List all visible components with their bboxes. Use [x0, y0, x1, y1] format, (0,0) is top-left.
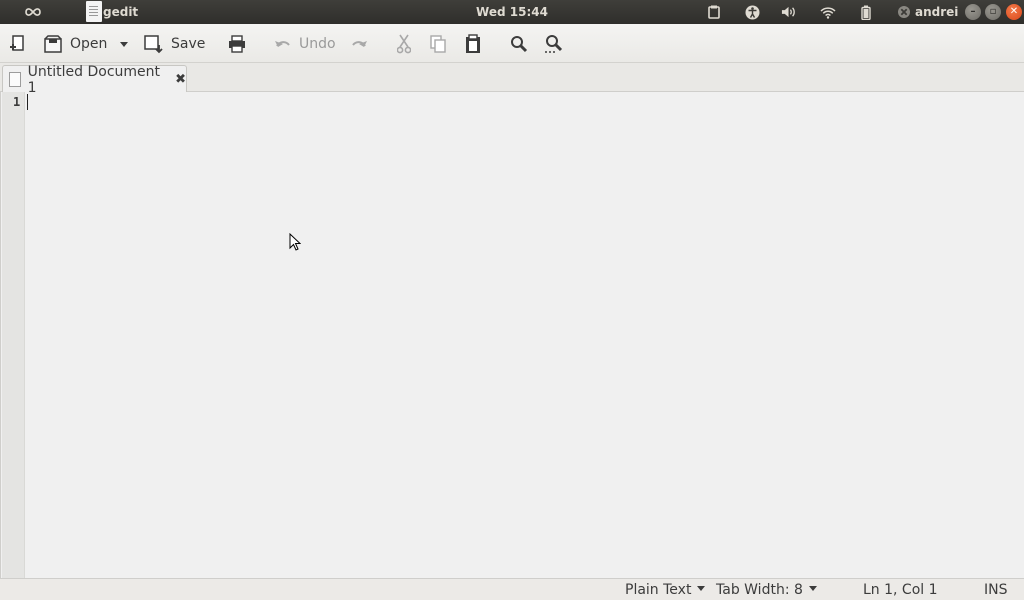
mouse-pointer-icon: [289, 232, 302, 251]
document-icon: [9, 72, 21, 87]
redo-button[interactable]: [350, 24, 368, 63]
open-label: Open: [70, 35, 108, 52]
cut-button[interactable]: [397, 24, 411, 63]
editor-area[interactable]: 1: [0, 92, 1024, 578]
line-number: 1: [13, 95, 21, 109]
save-icon: [144, 34, 164, 54]
tab-untitled-document-1[interactable]: Untitled Document 1 ✖: [2, 63, 187, 96]
undo-icon: [274, 37, 292, 51]
new-document-button[interactable]: [8, 24, 26, 63]
user-name[interactable]: andrei: [915, 5, 958, 19]
tab-width-label: Tab Width:: [716, 582, 790, 598]
maximize-icon[interactable]: ▫: [985, 4, 1001, 20]
minimize-icon[interactable]: –: [965, 4, 981, 20]
language-selector[interactable]: Plain Text: [625, 582, 706, 598]
find-replace-button[interactable]: [544, 24, 564, 63]
insert-mode-indicator: INS: [984, 582, 1008, 598]
tab-width-selector[interactable]: Tab Width: 8: [716, 582, 817, 598]
open-recent-dropdown[interactable]: [119, 24, 129, 63]
open-button[interactable]: Open: [43, 24, 107, 63]
wifi-icon[interactable]: [820, 4, 836, 20]
tab-width-value: 8: [794, 582, 803, 598]
find-replace-icon: [544, 34, 564, 54]
copy-button[interactable]: [430, 24, 446, 63]
new-document-icon: [8, 34, 26, 54]
volume-icon[interactable]: [781, 4, 797, 20]
undo-button[interactable]: Undo: [274, 24, 336, 63]
close-icon[interactable]: ✕: [1006, 4, 1022, 20]
status-bar: Plain Text Tab Width: 8 Ln 1, Col 1 INS: [0, 578, 1024, 600]
chevron-down-icon: [119, 40, 129, 48]
clipboard-icon[interactable]: [706, 4, 722, 20]
chevron-down-icon: [808, 586, 817, 591]
find-icon: [510, 35, 528, 53]
undo-label: Undo: [299, 35, 336, 52]
cursor-position: Ln 1, Col 1: [863, 582, 938, 598]
print-button[interactable]: [228, 24, 246, 63]
toolbar: Open Save Undo: [0, 24, 1024, 63]
tab-title: Untitled Document 1: [27, 63, 160, 96]
save-button[interactable]: Save: [144, 24, 205, 63]
user-status-icon[interactable]: [896, 4, 912, 20]
battery-icon[interactable]: [858, 4, 874, 20]
redo-icon: [350, 37, 368, 51]
language-label: Plain Text: [625, 582, 692, 598]
line-number-gutter: 1: [2, 92, 25, 578]
tab-bar: Untitled Document 1 ✖: [0, 63, 1024, 96]
chevron-down-icon: [697, 586, 706, 591]
paste-button[interactable]: [465, 24, 481, 63]
text-caret: [27, 94, 28, 110]
save-label: Save: [171, 35, 206, 52]
find-button[interactable]: [510, 24, 528, 63]
open-icon: [43, 34, 63, 53]
cut-icon: [397, 34, 411, 54]
tab-close-icon[interactable]: ✖: [175, 72, 186, 87]
paste-icon: [465, 33, 481, 54]
accessibility-icon[interactable]: [744, 4, 760, 20]
print-icon: [228, 34, 246, 53]
copy-icon: [430, 34, 446, 53]
top-panel: gedit Wed 15:44 andrei – ▫ ✕: [0, 0, 1024, 24]
